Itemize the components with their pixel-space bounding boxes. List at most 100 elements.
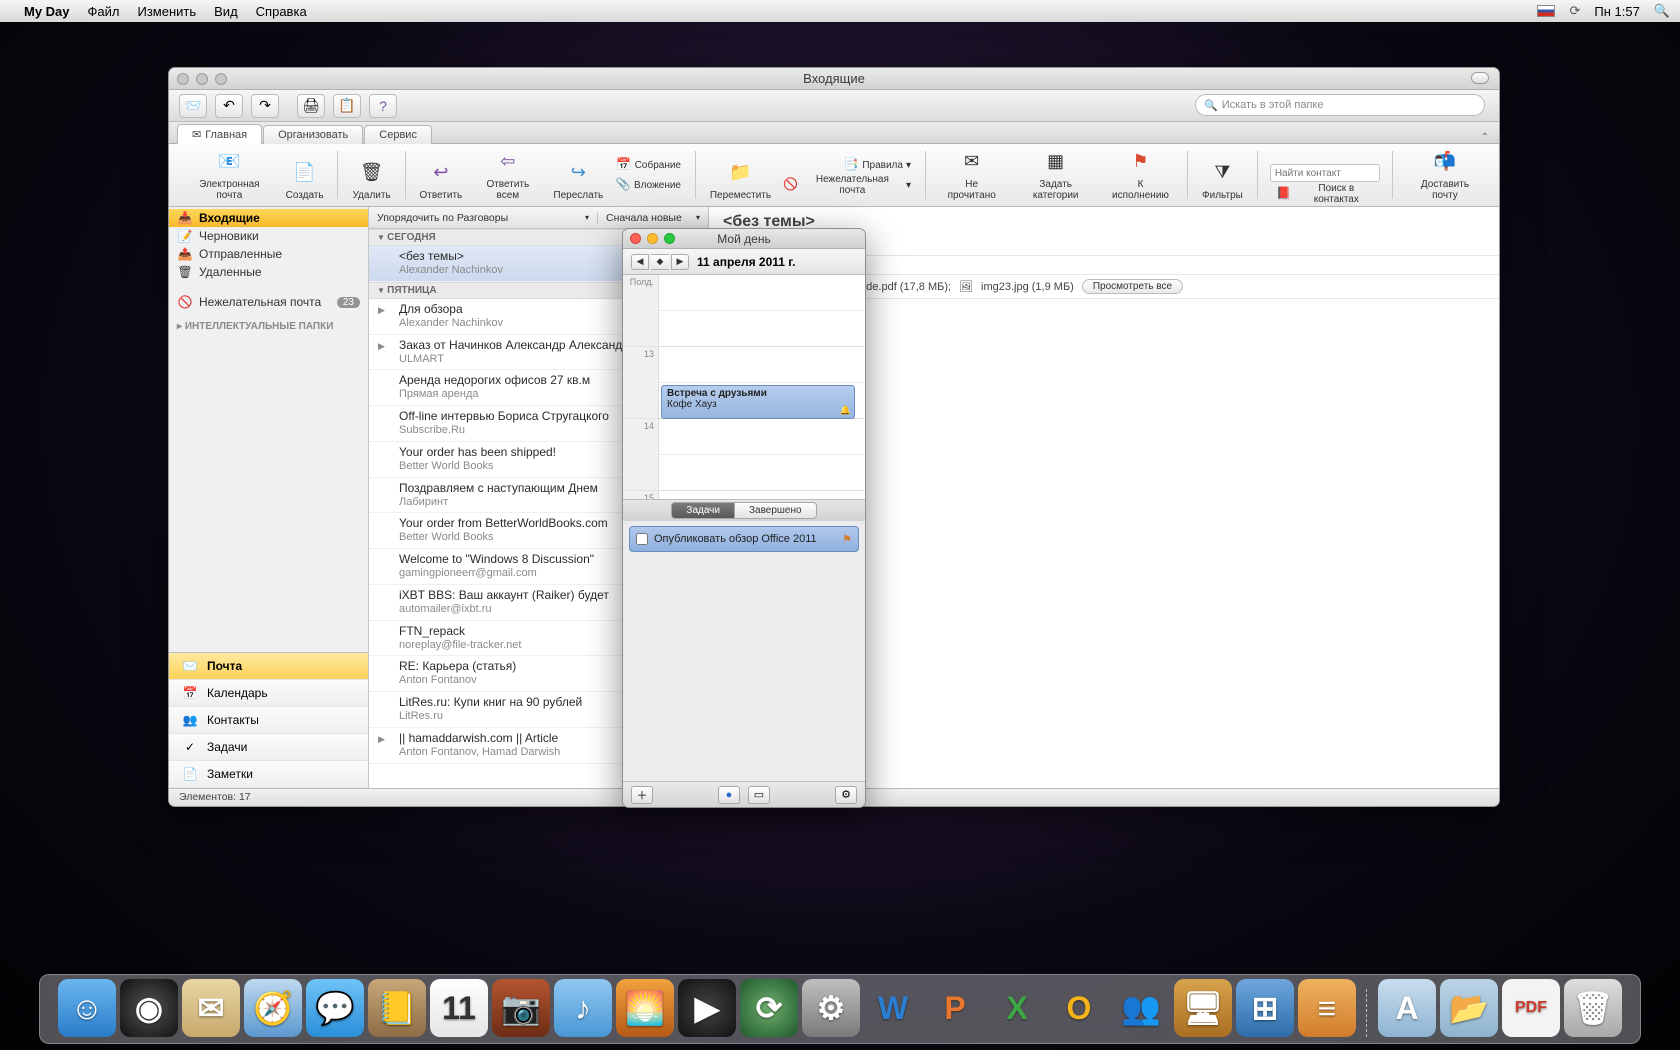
find-contact-input[interactable]	[1270, 164, 1380, 182]
dock-trash-icon[interactable]: 🗑	[1564, 979, 1622, 1037]
next-day-button[interactable]: ▶	[671, 254, 689, 270]
calendar-slots[interactable]: Встреча с друзьями Кофе Хауз 🔔	[659, 275, 865, 499]
folder-inbox[interactable]: 📥Входящие	[169, 209, 368, 227]
input-language-icon[interactable]	[1537, 5, 1555, 17]
folder-sent[interactable]: 📤Отправленные	[169, 245, 368, 263]
dock-outlook-icon[interactable]: O	[1050, 979, 1108, 1037]
clock[interactable]: Пн 1:57	[1594, 4, 1639, 19]
send-receive-button[interactable]: 📨	[179, 94, 207, 118]
module-tasks[interactable]: ✓Задачи	[169, 734, 368, 761]
settings-button[interactable]: ⚙	[835, 786, 857, 804]
app-menu[interactable]: My Day	[24, 4, 70, 19]
dock-safari-icon[interactable]: 🧭	[244, 979, 302, 1037]
task-item[interactable]: Опубликовать обзор Office 2011 ⚑	[629, 526, 859, 552]
task-checkbox[interactable]	[636, 533, 648, 545]
thread-expand-icon[interactable]: ▶	[378, 734, 385, 745]
module-contacts[interactable]: 👥Контакты	[169, 707, 368, 734]
attachment-button[interactable]: 📎Вложение	[609, 176, 687, 194]
thread-expand-icon[interactable]: ▶	[378, 341, 385, 352]
dock-ichat-icon[interactable]: 💬	[306, 979, 364, 1037]
send-receive-ribbon-button[interactable]: 📬Доставить почту	[1401, 145, 1489, 203]
reply-button[interactable]: ↩Ответить	[414, 145, 468, 203]
view-all-attachments-button[interactable]: Просмотреть все	[1082, 279, 1183, 294]
myday-calendar[interactable]: Полд. 13 14 15 Встреча с друзьями Кофе Х…	[623, 275, 865, 499]
new-email-button[interactable]: 📧Электронная почта	[179, 145, 280, 203]
dock-powerpoint-icon[interactable]: P	[926, 979, 984, 1037]
close-icon[interactable]	[630, 233, 641, 244]
dock-reeder-icon[interactable]: ≡	[1298, 979, 1356, 1037]
window-titlebar[interactable]: Входящие	[169, 68, 1499, 90]
attachment-image[interactable]: img23.jpg (1,9 МБ)	[981, 281, 1074, 293]
sort-dir-button[interactable]: Сначала новые▾	[598, 212, 708, 224]
menu-file[interactable]: Файл	[88, 4, 120, 19]
myday-button[interactable]: 📋	[333, 94, 361, 118]
dock-ical-icon[interactable]: 11	[430, 979, 488, 1037]
dock-itunes-icon[interactable]: ♪	[554, 979, 612, 1037]
move-button[interactable]: 📁Переместить	[704, 145, 777, 203]
module-calendar[interactable]: 📅Календарь	[169, 680, 368, 707]
tab-home[interactable]: ✉Главная	[177, 124, 262, 144]
dock-timemachine-icon[interactable]: ⟳	[740, 979, 798, 1037]
help-button[interactable]: ?	[369, 94, 397, 118]
dock-iphoto-icon[interactable]: 🌅	[616, 979, 674, 1037]
module-mail[interactable]: ✉️Почта	[169, 653, 368, 680]
dock-photobooth-icon[interactable]: 📷	[492, 979, 550, 1037]
tab-completed[interactable]: Завершено	[735, 502, 817, 519]
thread-expand-icon[interactable]: ▶	[378, 305, 385, 316]
dock-finder-icon[interactable]: ☺	[58, 979, 116, 1037]
unread-button[interactable]: ✉Не прочитано	[934, 145, 1009, 203]
menu-view[interactable]: Вид	[214, 4, 238, 19]
dock-messenger-icon[interactable]: 👥	[1112, 979, 1170, 1037]
calendar-event[interactable]: Встреча с друзьями Кофе Хауз 🔔	[661, 385, 855, 419]
dock-parallels-icon[interactable]: ⊞	[1236, 979, 1294, 1037]
search-input[interactable]: Искать в этой папке	[1195, 94, 1485, 116]
timemachine-menulet-icon[interactable]: ⟳	[1569, 3, 1580, 19]
filters-button[interactable]: ⧩Фильтры	[1196, 145, 1249, 203]
prev-day-button[interactable]: ◀	[631, 254, 649, 270]
tab-organize[interactable]: Организовать	[263, 125, 363, 144]
minimize-icon[interactable]	[647, 233, 658, 244]
menu-edit[interactable]: Изменить	[138, 4, 197, 19]
dock-documents-icon[interactable]: 📂	[1440, 979, 1498, 1037]
folder-drafts[interactable]: 📝Черновики	[169, 227, 368, 245]
dock-addressbook-icon[interactable]: 📒	[368, 979, 426, 1037]
dock-frontrow-icon[interactable]: ▶	[678, 979, 736, 1037]
forward-button[interactable]: ↪Переслать	[548, 145, 609, 203]
find-in-contacts-button[interactable]: 📕Поиск в контактах	[1270, 185, 1384, 203]
window-traffic-lights[interactable]	[177, 73, 227, 85]
categories-button[interactable]: ▦Задать категории	[1009, 145, 1102, 203]
sort-by-button[interactable]: Упорядочить по Разговоры▾	[369, 212, 598, 224]
dock-excel-icon[interactable]: X	[988, 979, 1046, 1037]
redo-button[interactable]: ↷	[251, 94, 279, 118]
task-flag-icon[interactable]: ⚑	[842, 533, 852, 546]
tab-tools[interactable]: Сервис	[364, 125, 432, 144]
junk-button[interactable]: 🚫Нежелательная почта ▾	[777, 176, 917, 194]
myday-traffic-lights[interactable]	[630, 233, 675, 244]
folder-junk[interactable]: 🚫Нежелательная почта23	[169, 293, 368, 311]
print-button[interactable]: 🖨	[297, 94, 325, 118]
due-today-button[interactable]: ●	[718, 786, 740, 804]
reply-all-button[interactable]: ⇦Ответить всем	[468, 145, 548, 203]
categories-toggle-button[interactable]: ▭	[748, 786, 770, 804]
today-button[interactable]: ◆	[651, 254, 669, 270]
zoom-icon[interactable]	[664, 233, 675, 244]
undo-button[interactable]: ↶	[215, 94, 243, 118]
spotlight-icon[interactable]: 🔍	[1654, 3, 1670, 19]
dock-mail-icon[interactable]: ✉	[182, 979, 240, 1037]
rules-button[interactable]: 📑Правила ▾	[777, 156, 917, 174]
menu-help[interactable]: Справка	[256, 4, 307, 19]
tab-tasks[interactable]: Задачи	[671, 502, 735, 519]
add-task-button[interactable]: ＋	[631, 786, 653, 804]
dock-dashboard-icon[interactable]: ◉	[120, 979, 178, 1037]
create-button[interactable]: 📄Создать	[280, 145, 330, 203]
myday-titlebar[interactable]: Мой день	[623, 229, 865, 249]
module-notes[interactable]: 📄Заметки	[169, 761, 368, 788]
meeting-button[interactable]: 📅Собрание	[609, 156, 687, 174]
dock-appstore-icon[interactable]: A	[1378, 979, 1436, 1037]
toolbar-toggle-icon[interactable]	[1471, 72, 1489, 84]
delete-button[interactable]: 🗑Удалить	[346, 145, 396, 203]
dock-word-icon[interactable]: W	[864, 979, 922, 1037]
ribbon-collapse-icon[interactable]: ⌃	[1481, 132, 1489, 143]
folder-deleted[interactable]: 🗑Удаленные	[169, 263, 368, 281]
smart-folders-header[interactable]: ▸ ИНТЕЛЛЕКТУАЛЬНЫЕ ПАПКИ	[169, 311, 368, 334]
